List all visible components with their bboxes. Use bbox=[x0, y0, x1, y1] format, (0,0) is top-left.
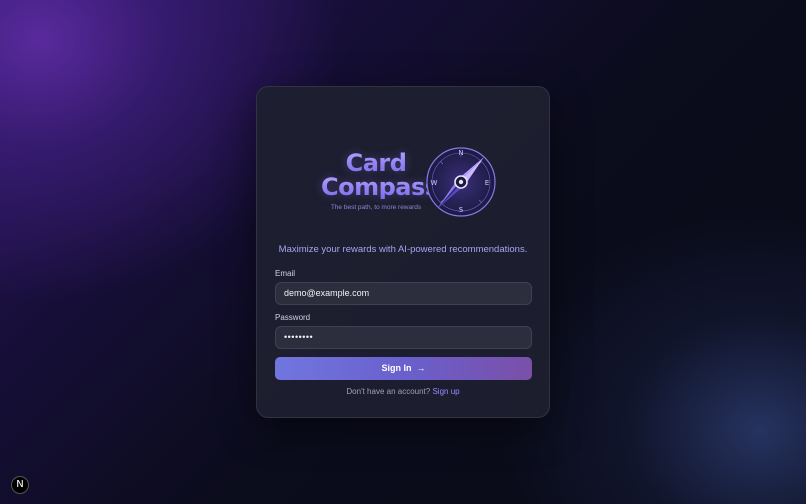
sign-in-button[interactable]: Sign In → bbox=[275, 357, 532, 380]
sign-in-label: Sign In bbox=[381, 363, 412, 373]
logo-wordmark-line2: Compass bbox=[321, 173, 439, 201]
dev-badge-label: N bbox=[16, 479, 24, 490]
compass-w-label: W bbox=[431, 179, 438, 187]
app-logo: Card Compass The best path, to more rewa… bbox=[321, 145, 501, 219]
email-label: Email bbox=[275, 269, 296, 278]
signup-prompt-text: Don't have an account? bbox=[346, 387, 431, 396]
compass-icon: N E S W bbox=[426, 147, 496, 217]
signup-prompt: Don't have an account? Sign up bbox=[257, 387, 549, 396]
password-field[interactable]: •••••••• bbox=[275, 326, 532, 349]
password-value: •••••••• bbox=[284, 332, 314, 342]
compass-s-label: S bbox=[459, 206, 464, 214]
password-label: Password bbox=[275, 313, 311, 322]
email-value: demo@example.com bbox=[284, 288, 370, 298]
login-card: Card Compass The best path, to more rewa… bbox=[256, 86, 550, 418]
logo-tagline: The best path, to more rewards bbox=[330, 204, 422, 211]
sign-up-link[interactable]: Sign up bbox=[432, 387, 459, 396]
compass-e-label: E bbox=[485, 179, 489, 187]
email-field[interactable]: demo@example.com bbox=[275, 282, 532, 305]
compass-n-label: N bbox=[458, 149, 463, 157]
page-subtitle: Maximize your rewards with AI-powered re… bbox=[278, 244, 528, 255]
arrow-right-icon: → bbox=[416, 363, 426, 373]
nextjs-icon[interactable]: N bbox=[11, 476, 29, 494]
logo-wordmark: Card Compass bbox=[321, 151, 439, 201]
logo-wordmark-line1: Card bbox=[321, 151, 431, 175]
